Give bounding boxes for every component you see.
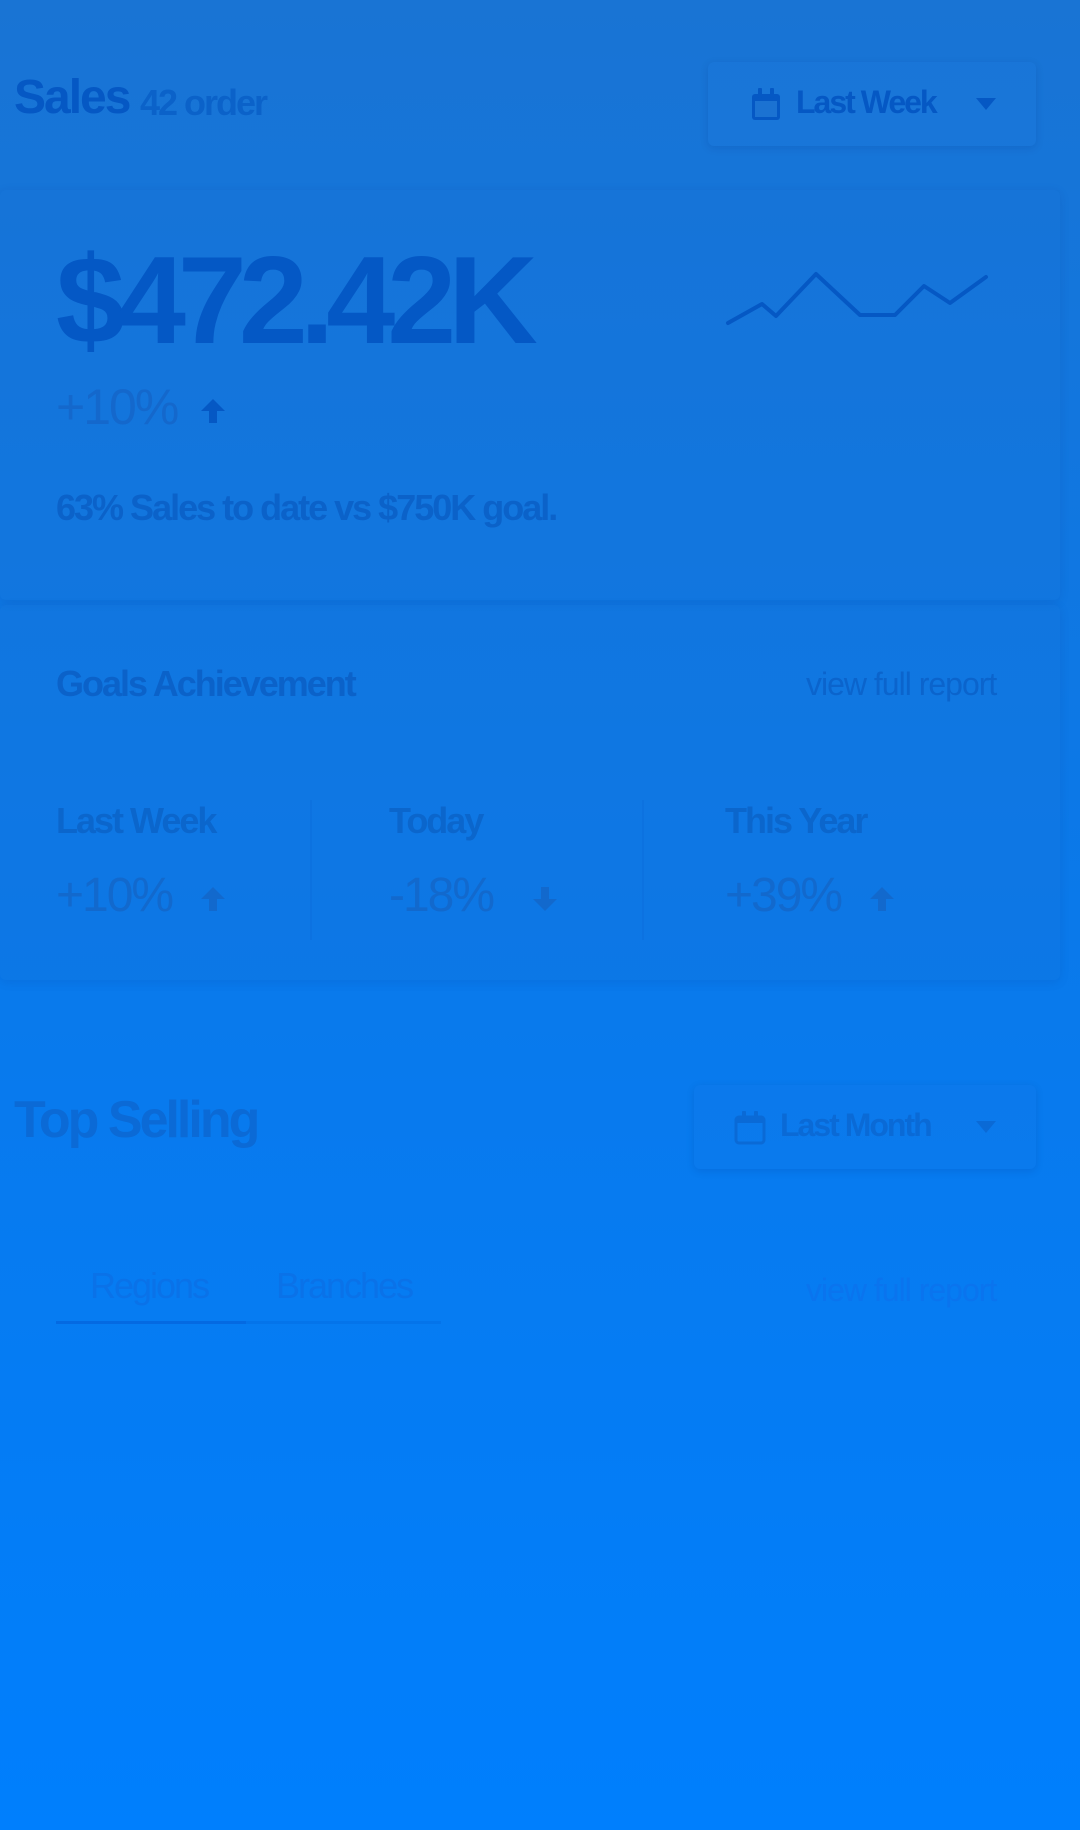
top-selling-period-label: Last Month [780, 1107, 933, 1143]
goal-stat-value: -18% [389, 869, 495, 922]
chevron-down-icon [976, 98, 996, 110]
goals-card [0, 605, 1060, 980]
goals-title: Goals Achievement [56, 663, 357, 704]
goal-stat-label: Today [389, 800, 484, 841]
top-selling-period-dropdown[interactable]: Last Month [694, 1085, 1036, 1169]
goal-stat-label: Last Week [56, 800, 217, 841]
tab-branches[interactable]: Branches [276, 1265, 414, 1307]
chevron-down-icon [976, 1121, 996, 1133]
order-count: 42 order [140, 82, 268, 123]
page-title: Sales [14, 71, 131, 124]
goal-stat-value: +10% [56, 869, 174, 922]
goal-stat-value: +39% [725, 869, 843, 922]
arrow-up-icon [201, 887, 225, 911]
active-tab-indicator [56, 1321, 246, 1324]
top-selling-view-report-link[interactable]: view full report [806, 1272, 997, 1309]
period-dropdown[interactable]: Last Week [708, 62, 1036, 146]
goals-view-report-link[interactable]: view full report [806, 666, 997, 703]
goal-progress-text: 63% Sales to date vs $750K goal. [56, 487, 558, 528]
top-selling-title: Top Selling [14, 1091, 260, 1149]
sales-change: +10% [56, 379, 179, 435]
arrow-up-icon [870, 887, 894, 911]
tab-regions[interactable]: Regions [90, 1265, 210, 1307]
calendar-icon [750, 88, 782, 127]
sales-sparkline [726, 272, 988, 325]
arrow-up-icon [201, 399, 225, 423]
stat-divider [642, 800, 644, 940]
calendar-icon [734, 1111, 766, 1150]
goal-stat-label: This Year [725, 800, 868, 841]
period-dropdown-label: Last Week [796, 84, 938, 120]
sales-total: $472.42K [56, 232, 538, 370]
arrow-down-icon [533, 887, 557, 911]
top-selling-tabs: Regions Branches [56, 1265, 441, 1324]
stat-divider [310, 800, 312, 940]
